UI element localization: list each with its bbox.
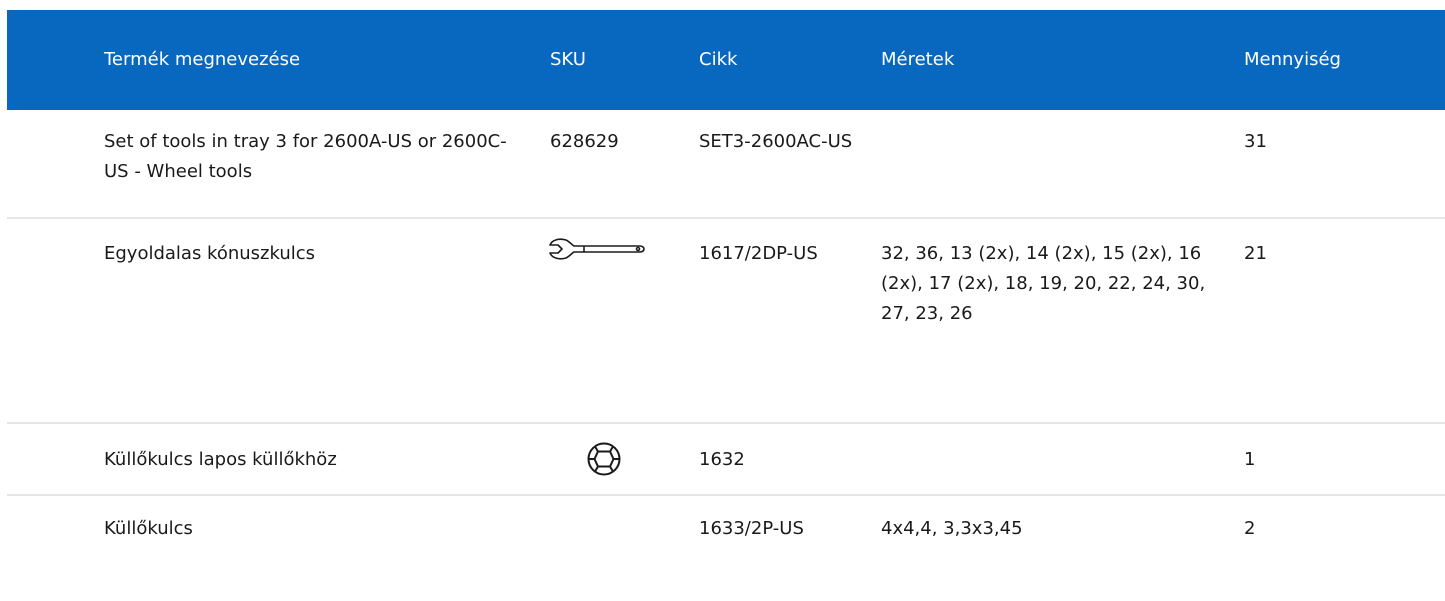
article-cell: 1633/2P-US bbox=[699, 518, 804, 539]
header-sizes[interactable]: Méretek bbox=[881, 10, 954, 110]
product-table: Termék megnevezése SKU Cikk Méretek Menn… bbox=[7, 10, 1445, 601]
table-row: Küllőkulcs lapos küllőkhöz 1632 1 bbox=[7, 424, 1445, 496]
article-cell: SET3-2600AC-US bbox=[699, 131, 853, 152]
spoke-wrench-icon bbox=[585, 440, 623, 478]
table-row: Set of tools in tray 3 for 2600A-US or 2… bbox=[7, 110, 1445, 219]
cone-wrench-icon bbox=[548, 237, 646, 261]
product-name-cell: Egyoldalas kónuszkulcs bbox=[104, 243, 316, 264]
sku-cell: 628629 bbox=[550, 131, 619, 152]
quantity-cell: 31 bbox=[1244, 131, 1267, 152]
header-article[interactable]: Cikk bbox=[699, 10, 737, 110]
quantity-cell: 21 bbox=[1244, 243, 1267, 264]
sizes-cell: 4x4,4, 3,3x3,45 bbox=[881, 518, 1023, 539]
product-name-cell: Küllőkulcs bbox=[104, 518, 193, 539]
table-header: Termék megnevezése SKU Cikk Méretek Menn… bbox=[7, 10, 1445, 110]
header-quantity[interactable]: Mennyiség bbox=[1244, 10, 1341, 110]
article-cell: 1617/2DP-US bbox=[699, 243, 818, 264]
article-cell: 1632 bbox=[699, 449, 745, 470]
header-product-name[interactable]: Termék megnevezése bbox=[104, 10, 300, 110]
product-name-cell: Küllőkulcs lapos küllőkhöz bbox=[104, 449, 337, 470]
table-row: Egyoldalas kónuszkulcs 1617/2DP-US 32, 3… bbox=[7, 219, 1445, 424]
sizes-cell: 32, 36, 13 (2x), 14 (2x), 15 (2x), 16 (2… bbox=[881, 243, 1206, 324]
quantity-cell: 1 bbox=[1244, 449, 1256, 470]
product-name-cell: Set of tools in tray 3 for 2600A-US or 2… bbox=[104, 131, 507, 182]
header-sku[interactable]: SKU bbox=[550, 10, 586, 110]
quantity-cell: 2 bbox=[1244, 518, 1256, 539]
table-row: Küllőkulcs 1633/2P-US 4x4,4, 3,3x3,45 2 bbox=[7, 496, 1445, 601]
